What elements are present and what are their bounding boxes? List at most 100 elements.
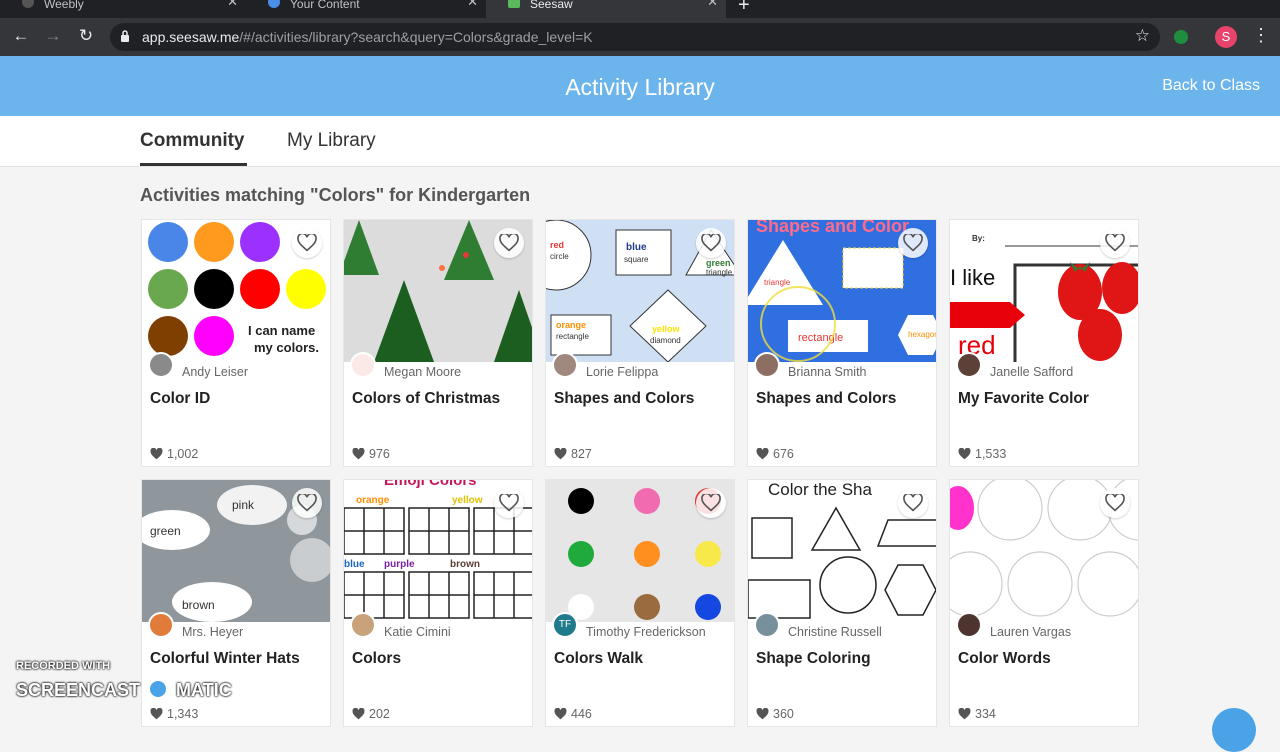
activity-title[interactable]: Color ID bbox=[150, 390, 210, 408]
author-name: Andy Leiser bbox=[182, 365, 249, 379]
like-count: 1,343 bbox=[150, 707, 198, 721]
heart-outline-icon bbox=[903, 494, 923, 512]
favorite-heart-button[interactable] bbox=[1100, 488, 1130, 518]
activity-card[interactable]: Emoji Colors orange yellow purple brown … bbox=[343, 479, 533, 727]
bookmark-star-icon[interactable]: ☆ bbox=[1135, 26, 1150, 46]
avatar bbox=[148, 352, 174, 378]
like-count: 1,002 bbox=[150, 447, 198, 461]
author-name: Mrs. Heyer bbox=[182, 625, 244, 639]
forward-arrow-icon[interactable]: → bbox=[42, 26, 64, 46]
favorite-heart-button[interactable] bbox=[292, 488, 322, 518]
favorite-heart-button[interactable] bbox=[898, 488, 928, 518]
page-title: Activity Library bbox=[565, 74, 715, 100]
library-tabs: Community My Library bbox=[0, 116, 1280, 167]
heart-icon bbox=[958, 707, 971, 720]
browser-tab-your-content[interactable]: Your Content ✕ bbox=[246, 0, 486, 18]
activity-card[interactable]: Megan Moore Colors of Christmas 976 bbox=[343, 219, 533, 467]
browser-tab-seesaw[interactable]: Seesaw ✕ bbox=[486, 0, 726, 18]
active-tab-indicator bbox=[140, 163, 247, 166]
avatar bbox=[956, 612, 982, 638]
heart-icon bbox=[352, 447, 365, 460]
avatar bbox=[754, 612, 780, 638]
extension-icon[interactable] bbox=[1174, 30, 1188, 44]
activity-title[interactable]: Colors bbox=[352, 650, 401, 668]
author-name: Christine Russell bbox=[788, 625, 882, 639]
activity-title[interactable]: Colors of Christmas bbox=[352, 390, 500, 408]
like-count: 976 bbox=[352, 447, 390, 461]
profile-avatar[interactable]: S bbox=[1215, 26, 1237, 48]
author-name: Janelle Safford bbox=[990, 365, 1074, 379]
browser-tab-weebly[interactable]: Weebly ✕ bbox=[0, 0, 246, 18]
heart-icon bbox=[150, 447, 163, 460]
like-count: 334 bbox=[958, 707, 996, 721]
avatar bbox=[350, 612, 376, 638]
author-name: Megan Moore bbox=[384, 365, 462, 379]
like-count: 446 bbox=[554, 707, 592, 721]
favorite-heart-button[interactable] bbox=[696, 488, 726, 518]
activity-card[interactable]: red circle blue square green triangle or… bbox=[545, 219, 735, 467]
avatar: TF bbox=[552, 612, 578, 638]
tab-community[interactable]: Community bbox=[140, 130, 245, 152]
author-name: Brianna Smith bbox=[788, 365, 867, 379]
app-header: Activity Library Back to Class bbox=[0, 56, 1280, 116]
activity-title[interactable]: Shapes and Colors bbox=[554, 390, 694, 408]
reload-icon[interactable]: ↻ bbox=[75, 26, 97, 46]
menu-kebab-icon[interactable]: ⋮ bbox=[1252, 25, 1270, 46]
avatar bbox=[148, 612, 174, 638]
activity-title[interactable]: My Favorite Color bbox=[958, 390, 1089, 408]
activity-card[interactable]: Color the Sha Christine Russell Shape Co… bbox=[747, 479, 937, 727]
browser-toolbar: ← → ↻ app.seesaw.me/#/activities/library… bbox=[0, 18, 1280, 56]
heart-icon bbox=[554, 707, 567, 720]
avatar bbox=[956, 352, 982, 378]
heart-outline-icon bbox=[1105, 494, 1125, 512]
author-name: Lorie Felippa bbox=[586, 365, 659, 379]
cursor-highlight bbox=[760, 286, 836, 362]
favorite-heart-button[interactable] bbox=[696, 228, 726, 258]
heart-outline-icon bbox=[297, 494, 317, 512]
results-heading: Activities matching "Colors" for Kinderg… bbox=[140, 185, 531, 205]
author-name: Lauren Vargas bbox=[990, 625, 1072, 639]
back-arrow-icon[interactable]: ← bbox=[10, 26, 32, 46]
favorite-heart-button[interactable] bbox=[1100, 228, 1130, 258]
like-count: 360 bbox=[756, 707, 794, 721]
favorite-heart-button[interactable] bbox=[494, 488, 524, 518]
close-icon[interactable]: ✕ bbox=[707, 0, 718, 8]
avatar bbox=[754, 352, 780, 378]
author-name: Katie Cimini bbox=[384, 625, 451, 639]
heart-icon bbox=[756, 707, 769, 720]
heart-outline-icon bbox=[499, 234, 519, 252]
activity-card[interactable]: Lauren Vargas Color Words 334 bbox=[949, 479, 1139, 727]
activity-title[interactable]: Colors Walk bbox=[554, 650, 643, 668]
content-favicon-icon bbox=[268, 0, 280, 8]
close-icon[interactable]: ✕ bbox=[227, 0, 238, 8]
activity-card[interactable]: TF Timothy Frederickson Colors Walk 446 bbox=[545, 479, 735, 727]
weebly-favicon-icon bbox=[22, 0, 34, 8]
back-to-class-link[interactable]: Back to Class bbox=[1162, 77, 1260, 95]
tab-my-library[interactable]: My Library bbox=[287, 130, 376, 152]
heart-outline-icon bbox=[903, 234, 923, 252]
favorite-heart-button[interactable] bbox=[292, 228, 322, 258]
new-tab-icon[interactable]: + bbox=[738, 0, 750, 17]
activity-title[interactable]: Shapes and Colors bbox=[756, 390, 896, 408]
help-chat-button[interactable] bbox=[1212, 708, 1256, 752]
screencast-logo-icon bbox=[147, 678, 170, 700]
heart-outline-icon bbox=[499, 494, 519, 512]
favorite-heart-button[interactable] bbox=[494, 228, 524, 258]
close-icon[interactable]: ✕ bbox=[467, 0, 478, 8]
screencast-watermark: RECORDED WITH SCREENCAST MATIC bbox=[16, 660, 232, 700]
heart-icon bbox=[150, 707, 163, 720]
address-bar[interactable]: app.seesaw.me/#/activities/library?searc… bbox=[110, 23, 1160, 51]
avatar bbox=[552, 352, 578, 378]
activity-title[interactable]: Color Words bbox=[958, 650, 1051, 668]
heart-icon bbox=[958, 447, 971, 460]
author-name: Timothy Frederickson bbox=[586, 625, 706, 639]
activity-card[interactable]: I can name my colors. Andy Leiser Color … bbox=[141, 219, 331, 467]
favorite-heart-button[interactable] bbox=[898, 228, 928, 258]
heart-outline-icon bbox=[701, 234, 721, 252]
avatar bbox=[350, 352, 376, 378]
like-count: 827 bbox=[554, 447, 592, 461]
activity-card[interactable]: By: I like red Janelle Safford My Favori… bbox=[949, 219, 1139, 467]
activity-title[interactable]: Shape Coloring bbox=[756, 650, 871, 668]
like-count: 1,533 bbox=[958, 447, 1006, 461]
heart-icon bbox=[554, 447, 567, 460]
